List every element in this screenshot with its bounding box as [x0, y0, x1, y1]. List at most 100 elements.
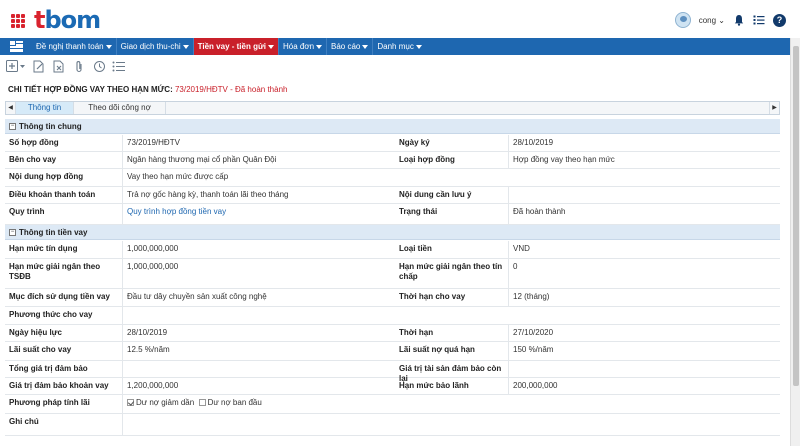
nav-invoices[interactable]: Hóa đơn [279, 38, 328, 55]
status-value: Đã hoàn thành [508, 204, 780, 224]
nav-categories[interactable]: Danh mục [373, 38, 425, 55]
field-label: Hạn mức giải ngân theo tín chấp [399, 262, 503, 281]
form-row: Tổng giá trị đảm bảo Giá trị tài sản đảm… [5, 361, 780, 383]
form-row: Số hợp đồng 73/2019/HĐTV Ngày ký 28/10/2… [5, 135, 780, 152]
form-row: Lãi suất cho vay 12.5 %/năm Lãi suất nợ … [5, 342, 780, 361]
user-avatar[interactable] [674, 12, 691, 28]
field-label: Số hợp đồng [9, 138, 59, 147]
field-value [122, 307, 780, 324]
field-label: Ghi chú [9, 417, 39, 426]
form-row: Mục đích sử dụng tiền vay Đầu tư dây chu… [5, 289, 780, 307]
field-label: Bên cho vay [9, 155, 57, 164]
field-value: Ngân hàng thương mại cổ phần Quân Đội [122, 152, 395, 168]
field-label: Hạn mức bảo lãnh [399, 381, 469, 390]
add-icon[interactable] [6, 59, 26, 73]
home-icon [9, 41, 23, 52]
option-label: Dư nợ ban đầu [207, 398, 262, 407]
field-label: Loại tiền [399, 244, 432, 253]
field-value: Hợp đồng vay theo hạn mức [508, 152, 780, 168]
field-value: 27/10/2020 [508, 325, 780, 341]
nav-transactions[interactable]: Giao dịch thu-chi [117, 38, 194, 55]
list-icon[interactable] [112, 59, 126, 73]
collapse-icon[interactable]: − [9, 229, 16, 237]
tab-info[interactable]: Thông tin [16, 102, 74, 114]
field-value [122, 361, 395, 377]
tab-scroll-right-icon[interactable]: ▶ [769, 102, 779, 114]
form-row: Điều khoản thanh toán Trả nợ gốc hàng kỳ… [5, 187, 780, 204]
field-value: 28/10/2019 [122, 325, 395, 341]
main-nav: Đề nghị thanh toán Giao dịch thu-chi Tiề… [0, 38, 790, 55]
checkbox-declining-balance[interactable] [127, 399, 134, 406]
collapse-icon[interactable]: − [9, 123, 16, 131]
field-label: Ngày hiệu lực [9, 328, 62, 337]
field-value: 0 [508, 259, 780, 288]
field-value [508, 187, 780, 203]
field-label: Thời hạn cho vay [399, 292, 466, 301]
help-icon[interactable]: ? [773, 13, 786, 27]
field-label: Phương pháp tính lãi [9, 398, 90, 407]
form-row: Giá trị đảm bảo khoản vay 1,200,000,000 … [5, 378, 780, 395]
form-row: Quy trình Quy trình hợp đồng tiền vay Tr… [5, 204, 780, 225]
option-label: Dư nợ giảm dần [136, 398, 195, 407]
tab-debt-tracking[interactable]: Theo dõi công nợ [74, 102, 166, 114]
form-row: Bên cho vay Ngân hàng thương mại cổ phần… [5, 152, 780, 169]
user-area: cong ⌄ ? [674, 11, 786, 29]
field-value: 1,200,000,000 [122, 378, 395, 394]
field-label: Lãi suất nợ quá hạn [399, 345, 475, 354]
field-value: 12 (tháng) [508, 289, 780, 306]
toolbar [6, 58, 126, 74]
field-label: Trạng thái [399, 207, 438, 216]
field-label: Giá trị đảm bảo khoản vay [9, 381, 109, 390]
nav-payment-request[interactable]: Đề nghị thanh toán [32, 38, 117, 55]
chevron-down-icon [316, 44, 323, 49]
vertical-scrollbar[interactable] [790, 38, 800, 446]
field-value: 28/10/2019 [508, 135, 780, 151]
chevron-down-icon [267, 44, 274, 49]
app-logo[interactable]: tbom [34, 7, 101, 33]
contract-code-status: 73/2019/HĐTV - Đã hoàn thành [172, 85, 288, 94]
field-label: Quy trình [9, 207, 45, 216]
tab-scroll-left-icon[interactable]: ◀ [6, 102, 16, 114]
form-row: Hạn mức giải ngân theo TSĐB 1,000,000,00… [5, 259, 780, 289]
field-label: Tổng giá trị đảm bảo [9, 364, 88, 373]
form-row: Phương thức cho vay [5, 307, 780, 325]
field-label: Ngày ký [399, 138, 430, 147]
field-value: 150 %/năm [508, 342, 780, 360]
process-link[interactable]: Quy trình hợp đồng tiền vay [122, 204, 395, 224]
field-label: Loại hợp đồng [399, 155, 455, 164]
field-label: Nội dung cần lưu ý [399, 190, 472, 199]
history-icon[interactable] [92, 59, 106, 73]
nav-loans-deposits[interactable]: Tiền vay - tiền gửi [193, 38, 279, 55]
tab-bar: ◀ Thông tin Theo dõi công nợ ▶ [5, 101, 780, 115]
field-value: Vay theo hạn mức được cấp [122, 169, 780, 186]
section-loan-info[interactable]: − Thông tin tiền vay [5, 225, 780, 240]
field-label: Điều khoản thanh toán [9, 190, 96, 199]
top-header: tbom cong ⌄ ? [0, 0, 800, 38]
scrollbar-thumb[interactable] [793, 46, 799, 386]
home-button[interactable] [0, 38, 32, 55]
task-list-icon[interactable] [753, 14, 765, 26]
bell-icon[interactable] [733, 14, 745, 26]
edit-icon[interactable] [32, 59, 46, 73]
field-label: Nội dung hợp đồng [9, 172, 84, 181]
form-row: Hạn mức tín dụng 1,000,000,000 Loại tiền… [5, 241, 780, 259]
chevron-down-icon [182, 44, 189, 49]
apps-grid-icon[interactable] [11, 14, 25, 28]
chevron-down-icon [362, 44, 369, 49]
attach-icon[interactable] [72, 59, 86, 73]
section-general-info[interactable]: − Thông tin chung [5, 119, 780, 134]
field-label: Giá trị tài sản đảm bảo còn lại [399, 364, 502, 383]
delete-icon[interactable] [52, 59, 66, 73]
field-label: Hạn mức giải ngân theo TSĐB [9, 262, 101, 281]
field-label: Thời hạn [399, 328, 434, 337]
field-value: 1,000,000,000 [122, 241, 395, 258]
form-row: Ngày hiệu lực 28/10/2019 Thời hạn 27/10/… [5, 325, 780, 342]
user-name[interactable]: cong ⌄ [699, 16, 725, 25]
field-value: 1,000,000,000 [122, 259, 395, 288]
field-value: Trả nợ gốc hàng kỳ, thanh toán lãi theo … [122, 187, 395, 203]
field-value [508, 361, 780, 377]
nav-reports[interactable]: Báo cáo [327, 38, 374, 55]
page-title: CHI TIẾT HỢP ĐỒNG VAY THEO HẠN MỨC: 73/2… [8, 85, 288, 94]
field-value: 73/2019/HĐTV [122, 135, 395, 151]
checkbox-original-balance[interactable] [198, 399, 206, 406]
